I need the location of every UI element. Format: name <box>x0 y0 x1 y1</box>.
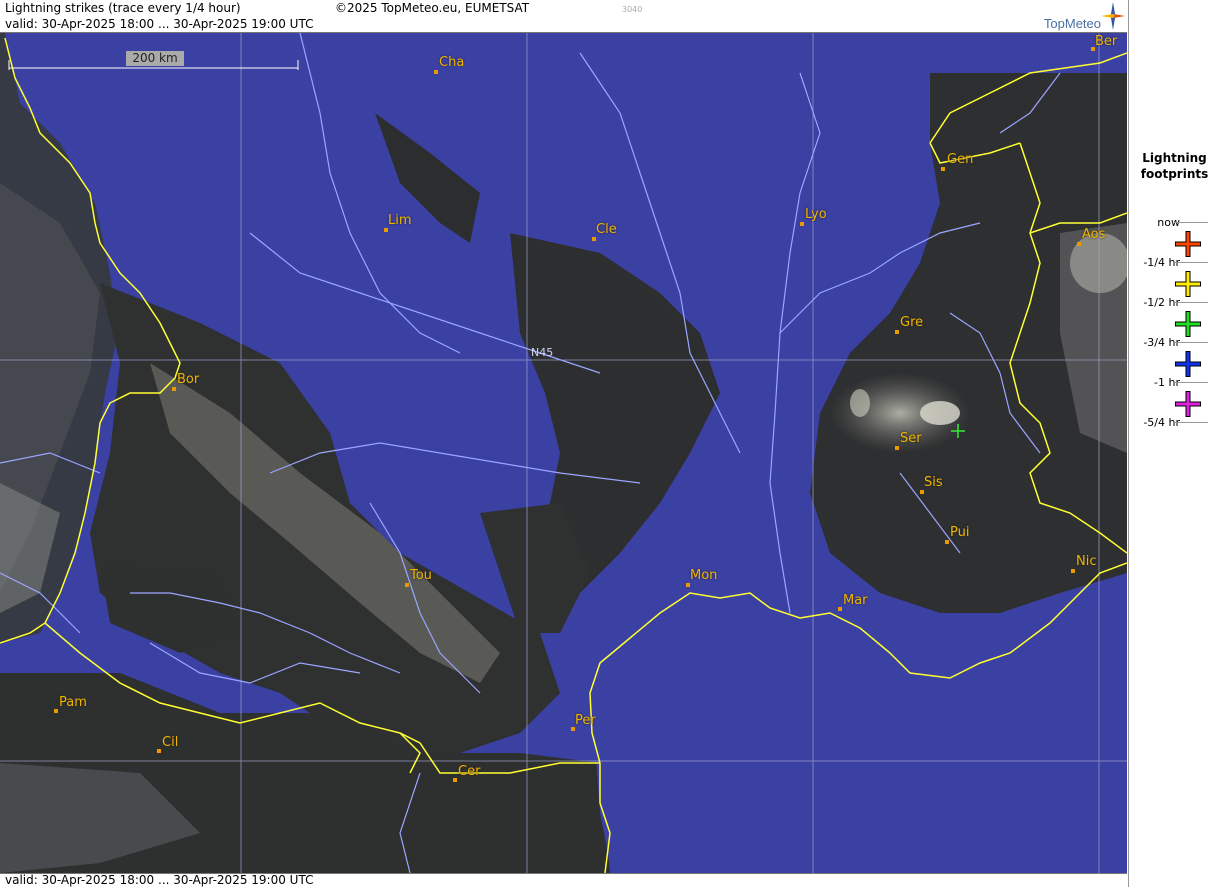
city-dot <box>686 583 690 587</box>
legend-row-five-quarter: -5/4 hr <box>1129 416 1219 462</box>
city-gre: Gre <box>900 315 924 330</box>
city-cha: Cha <box>439 55 465 70</box>
legend-title-line2: footprints <box>1140 167 1209 181</box>
city-pam: Pam <box>59 695 87 710</box>
city-dot <box>592 237 596 241</box>
lightning-cross-icon <box>1175 311 1201 337</box>
lightning-cross-icon <box>1175 271 1201 297</box>
city-dot <box>1071 569 1075 573</box>
city-dot <box>945 540 949 544</box>
city-lim: Lim <box>388 213 412 228</box>
city-dot <box>800 222 804 226</box>
legend-title-line1: Lightning <box>1142 151 1207 165</box>
topmeteo-logo-icon <box>1101 2 1125 30</box>
footer-valid-time: valid: 30-Apr-2025 18:00 ... 30-Apr-2025… <box>5 873 314 887</box>
city-bor: Bor <box>177 372 200 387</box>
city-dot <box>405 583 409 587</box>
city-tou: Tou <box>410 568 432 583</box>
lightning-legend: Lightning footprints now -1/4 hr -1/2 hr <box>1128 0 1219 887</box>
satellite-map[interactable]: 200 km N45 Cha Ber Gen Lim Cle Lyo Aos G… <box>0 33 1127 873</box>
valid-time: valid: 30-Apr-2025 18:00 ... 30-Apr-2025… <box>5 17 314 31</box>
city-dot <box>1077 242 1081 246</box>
city-dot <box>157 749 161 753</box>
city-mar: Mar <box>843 593 868 608</box>
city-dot <box>434 70 438 74</box>
city-mon: Mon <box>690 568 718 583</box>
city-nic: Nic <box>1076 554 1097 569</box>
city-cle: Cle <box>596 222 617 237</box>
lightning-cross-icon <box>1175 231 1201 257</box>
legend-divider <box>1174 222 1208 223</box>
city-ber: Ber <box>1095 34 1118 49</box>
city-aos: Aos <box>1082 227 1106 242</box>
map-footer: valid: 30-Apr-2025 18:00 ... 30-Apr-2025… <box>0 873 1127 888</box>
legend-divider <box>1174 342 1208 343</box>
legend-divider <box>1174 302 1208 303</box>
map-title: Lightning strikes (trace every 1/4 hour) <box>5 1 241 15</box>
legend-divider <box>1174 422 1208 423</box>
city-dot <box>895 330 899 334</box>
city-cil: Cil <box>162 735 179 750</box>
city-dot <box>384 228 388 232</box>
city-dot <box>172 387 176 391</box>
city-dot <box>54 709 58 713</box>
lightning-cross-icon <box>1175 351 1201 377</box>
city-sis: Sis <box>924 475 943 490</box>
legend-title: Lightning footprints <box>1129 150 1219 182</box>
city-dot <box>920 490 924 494</box>
city-cer: Cer <box>458 764 481 779</box>
city-dot <box>453 778 457 782</box>
city-dot <box>838 607 842 611</box>
legend-divider <box>1174 382 1208 383</box>
city-dot <box>941 167 945 171</box>
scale-label: 200 km <box>126 51 184 66</box>
legend-divider <box>1174 262 1208 263</box>
lightning-cross-icon <box>1175 391 1201 417</box>
city-gen: Gen <box>947 152 974 167</box>
city-per: Per <box>575 713 596 728</box>
product-code: 3040 <box>622 5 643 14</box>
city-lyo: Lyo <box>805 207 827 222</box>
latitude-label: N45 <box>531 346 554 359</box>
map-header: Lightning strikes (trace every 1/4 hour)… <box>0 0 1127 33</box>
brand-name: TopMeteo <box>1043 16 1101 31</box>
city-dot <box>895 446 899 450</box>
copyright: ©2025 TopMeteo.eu, EUMETSAT <box>335 1 530 15</box>
city-pui: Pui <box>950 525 970 540</box>
city-ser: Ser <box>900 431 922 446</box>
